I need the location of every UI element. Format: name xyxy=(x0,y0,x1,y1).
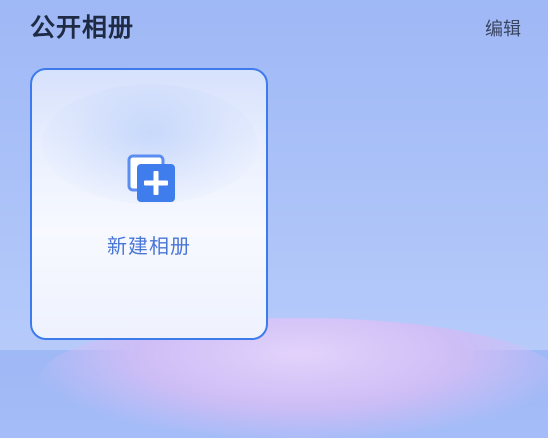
page-title: 公开相册 xyxy=(30,13,135,42)
new-album-card[interactable]: 新建相册 xyxy=(30,68,268,340)
header: 公开相册 编辑 xyxy=(0,0,548,60)
add-photo-icon xyxy=(127,154,177,204)
new-album-label: 新建相册 xyxy=(107,234,191,258)
edit-button[interactable]: 编辑 xyxy=(485,15,521,41)
